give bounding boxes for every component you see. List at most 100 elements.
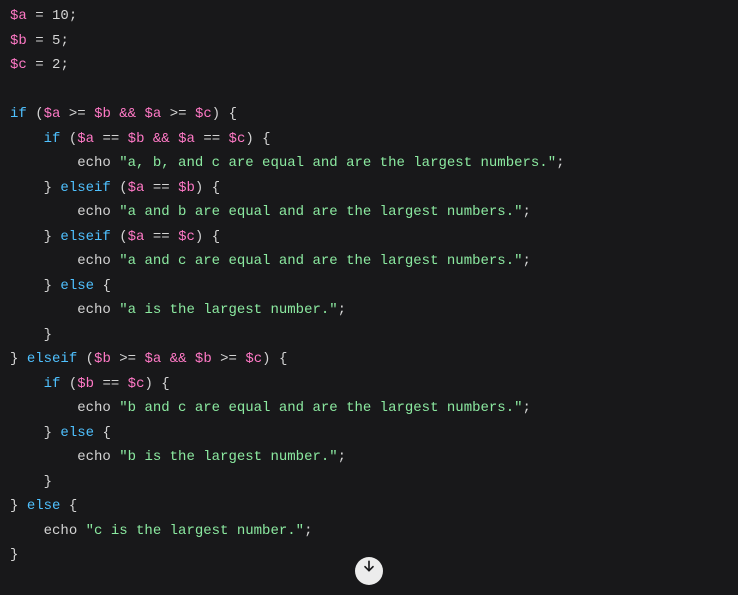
brace-close: }: [44, 180, 52, 196]
variable-a: $a: [128, 180, 145, 196]
string-ac-equal: "a and c are equal and are the largest n…: [119, 253, 522, 269]
brace-open: {: [262, 131, 270, 147]
semicolon: ;: [60, 57, 68, 73]
semicolon: ;: [304, 523, 312, 539]
string-ab-equal: "a and b are equal and are the largest n…: [119, 204, 522, 220]
variable-b: $b: [178, 180, 195, 196]
paren-close: ): [195, 229, 203, 245]
paren-open: (: [69, 376, 77, 392]
keyword-elseif: elseif: [27, 351, 77, 367]
variable-a: $a: [145, 106, 162, 122]
string-b-largest: "b is the largest number.": [119, 449, 337, 465]
operator-assign: =: [35, 57, 43, 73]
brace-close: }: [44, 229, 52, 245]
operator-eq: ==: [153, 180, 170, 196]
variable-c: $c: [10, 57, 27, 73]
string-c-largest: "c is the largest number.": [86, 523, 304, 539]
brace-open: {: [212, 229, 220, 245]
function-echo: echo: [77, 155, 111, 171]
variable-a: $a: [128, 229, 145, 245]
function-echo: echo: [77, 400, 111, 416]
arrow-down-icon: [361, 558, 377, 584]
brace-close: }: [10, 498, 18, 514]
variable-b: $b: [94, 351, 111, 367]
paren-close: ): [212, 106, 220, 122]
variable-b: $b: [195, 351, 212, 367]
brace-open: {: [69, 498, 77, 514]
variable-b: $b: [94, 106, 111, 122]
operator-gte: >=: [69, 106, 86, 122]
variable-c: $c: [195, 106, 212, 122]
keyword-if: if: [44, 131, 61, 147]
variable-a: $a: [10, 8, 27, 24]
semicolon: ;: [523, 253, 531, 269]
operator-and: &&: [119, 106, 136, 122]
string-abc-equal: "a, b, and c are equal and are the large…: [119, 155, 556, 171]
keyword-elseif: elseif: [60, 229, 110, 245]
variable-c: $c: [245, 351, 262, 367]
keyword-else: else: [27, 498, 61, 514]
brace-open: {: [279, 351, 287, 367]
semicolon: ;: [338, 302, 346, 318]
variable-b: $b: [128, 131, 145, 147]
operator-eq: ==: [203, 131, 220, 147]
operator-and: &&: [153, 131, 170, 147]
code-block: $a = 10; $b = 5; $c = 2; if ($a >= $b &&…: [10, 4, 728, 568]
variable-a: $a: [44, 106, 61, 122]
variable-a: $a: [77, 131, 94, 147]
literal-10: 10: [52, 8, 69, 24]
paren-close: ): [144, 376, 152, 392]
variable-c: $c: [128, 376, 145, 392]
variable-c: $c: [229, 131, 246, 147]
brace-close: }: [44, 327, 52, 343]
keyword-if: if: [10, 106, 27, 122]
paren-open: (: [69, 131, 77, 147]
keyword-else: else: [60, 278, 94, 294]
semicolon: ;: [60, 33, 68, 49]
operator-assign: =: [35, 33, 43, 49]
brace-close: }: [10, 547, 18, 563]
scroll-down-button[interactable]: [355, 557, 383, 585]
variable-b: $b: [77, 376, 94, 392]
string-bc-equal: "b and c are equal and are the largest n…: [119, 400, 522, 416]
brace-close: }: [44, 474, 52, 490]
brace-open: {: [229, 106, 237, 122]
paren-close: ): [195, 180, 203, 196]
operator-eq: ==: [153, 229, 170, 245]
variable-c: $c: [178, 229, 195, 245]
function-echo: echo: [44, 523, 78, 539]
function-echo: echo: [77, 449, 111, 465]
operator-assign: =: [35, 8, 43, 24]
operator-eq: ==: [102, 131, 119, 147]
semicolon: ;: [556, 155, 564, 171]
brace-open: {: [212, 180, 220, 196]
paren-close: ): [262, 351, 270, 367]
brace-open: {: [102, 425, 110, 441]
operator-gte: >=: [119, 351, 136, 367]
paren-open: (: [35, 106, 43, 122]
operator-gte: >=: [170, 106, 187, 122]
brace-close: }: [44, 278, 52, 294]
function-echo: echo: [77, 253, 111, 269]
keyword-else: else: [60, 425, 94, 441]
paren-open: (: [119, 180, 127, 196]
keyword-if: if: [44, 376, 61, 392]
brace-open: {: [102, 278, 110, 294]
operator-and: &&: [170, 351, 187, 367]
brace-open: {: [161, 376, 169, 392]
keyword-elseif: elseif: [60, 180, 110, 196]
variable-a: $a: [178, 131, 195, 147]
operator-eq: ==: [102, 376, 119, 392]
brace-close: }: [44, 425, 52, 441]
paren-close: ): [245, 131, 253, 147]
semicolon: ;: [523, 400, 531, 416]
variable-a: $a: [144, 351, 161, 367]
function-echo: echo: [77, 204, 111, 220]
semicolon: ;: [523, 204, 531, 220]
function-echo: echo: [77, 302, 111, 318]
semicolon: ;: [338, 449, 346, 465]
semicolon: ;: [69, 8, 77, 24]
paren-open: (: [86, 351, 94, 367]
variable-b: $b: [10, 33, 27, 49]
brace-close: }: [10, 351, 18, 367]
